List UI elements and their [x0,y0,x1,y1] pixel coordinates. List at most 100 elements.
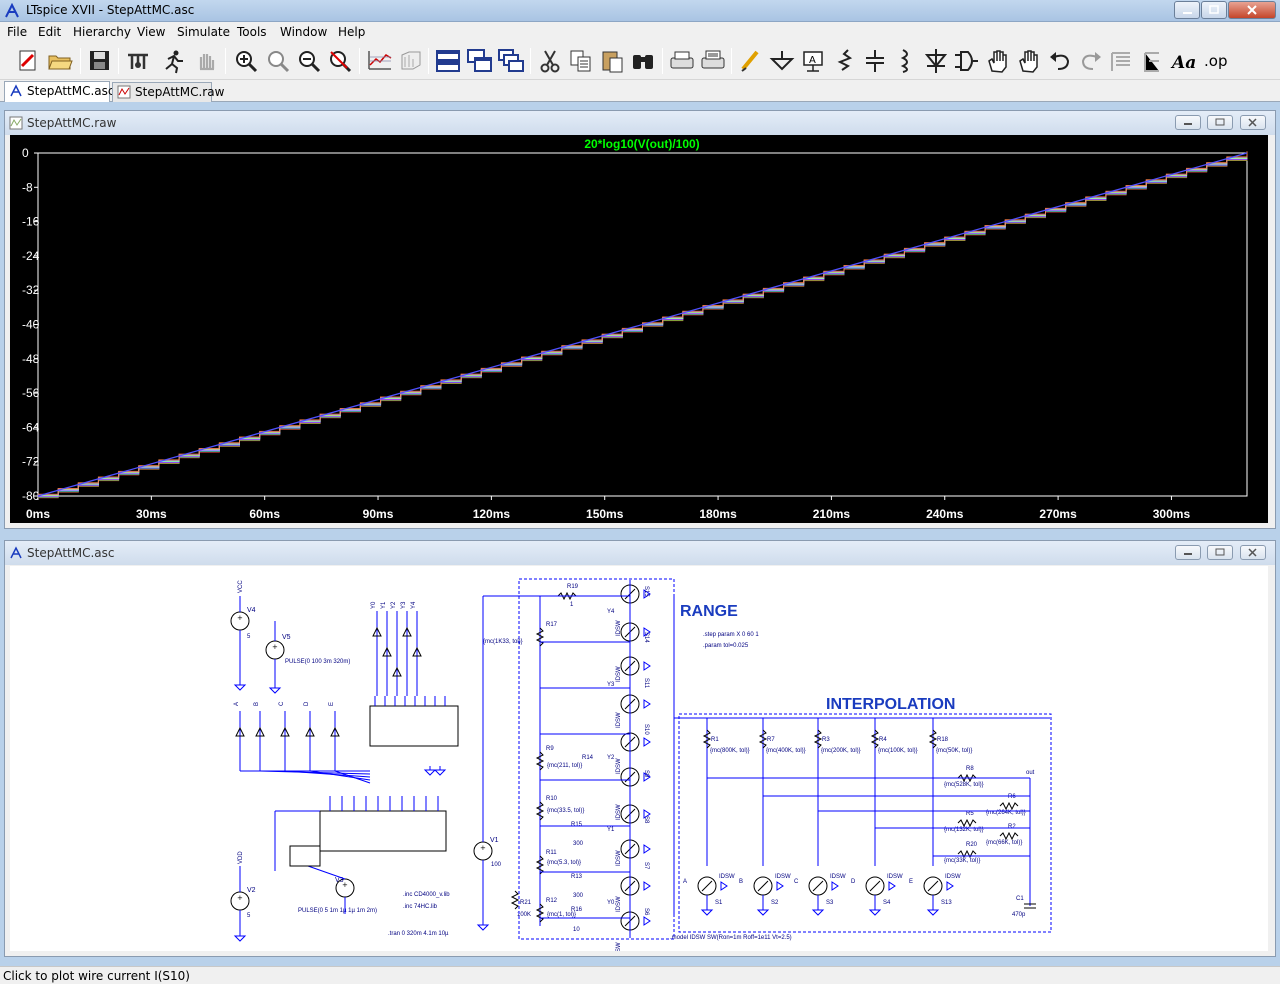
waveform-minimize-button[interactable] [1175,115,1201,130]
x-tick-label: 90ms [363,507,394,521]
control-panel-button[interactable] [124,47,152,75]
menu-hierarchy[interactable]: Hierarchy [73,25,131,39]
nand-gate-block [289,845,321,867]
r16-value: 10 [573,927,580,933]
range-switch-model: IDSW [616,804,622,820]
ground-symbol [811,906,825,916]
schematic-minimize-button[interactable] [1175,545,1201,560]
control-arrow [720,881,728,891]
range-switch-model: IDSW [616,896,622,912]
interp-shunt-resistor [999,801,1019,811]
component-button[interactable] [952,47,980,75]
menu-view[interactable]: View [137,25,165,39]
waveform-plot[interactable]: 20*log10(V(out)/100) 0 -8 -16 -24 -32 -40 -48 -5… [10,135,1268,523]
pan-button[interactable] [264,47,292,75]
ground-symbol [433,766,447,776]
label-net-button[interactable]: A [799,47,827,75]
drag-button[interactable] [1015,47,1043,75]
open-button[interactable] [46,47,74,75]
ground-symbol [926,906,940,916]
capacitor-button[interactable] [861,47,889,75]
tile-horizontal-button[interactable] [434,47,462,75]
save-button[interactable] [86,47,114,75]
schematic-restore-button[interactable] [1207,545,1233,560]
autorange-button[interactable] [366,47,394,75]
zoom-fit-button[interactable] [326,47,354,75]
close-button[interactable] [1228,1,1276,19]
cascade-button[interactable] [497,47,525,75]
label-net-icon: A [803,51,823,72]
vdd-net-label: VDD [238,851,244,864]
resistor-button[interactable] [830,47,858,75]
menu-edit[interactable]: Edit [38,25,61,39]
autorange-icon [368,51,392,70]
zoom-out-button[interactable] [295,47,323,75]
rotate-button[interactable] [1108,47,1136,75]
interp-switch-model: IDSW [830,874,846,880]
tab-waveform[interactable]: StepAttMC.raw [112,82,224,102]
restore-button[interactable] [1201,1,1227,19]
plus-sign: + [272,643,278,651]
menu-simulate[interactable]: Simulate [177,25,230,39]
interp-switch-model: IDSW [887,874,903,880]
interp-switch-model: IDSW [719,874,735,880]
find-button[interactable] [629,47,657,75]
diode-button[interactable] [922,47,950,75]
v5-value: PULSE(0 100 3m 320m) [285,659,350,665]
x-tick-label: 240ms [926,507,964,521]
tab-schematic[interactable]: StepAttMC.asc [4,81,114,102]
control-arrow [946,881,954,891]
tile-vertical-button[interactable] [466,47,494,75]
copy-button[interactable] [567,47,595,75]
inductor-button[interactable] [891,47,919,75]
undo-button[interactable] [1046,47,1074,75]
x-tick-label: 30ms [136,507,167,521]
schematic-svg[interactable]: + V4 5 VCC + V5 PULSE(0 100 3m 320m) Y0 Y1 Y2 Y3 Y4… [10,566,1268,958]
switch-blade [757,880,769,892]
redo-button[interactable] [1077,47,1105,75]
waveform-plot-svg[interactable]: 20*log10(V(out)/100) 0 -8 -16 -24 -32 -40 -48 -5… [10,135,1268,523]
schematic-close-button[interactable] [1240,545,1266,560]
range-switch-name: S6 [643,908,649,916]
text-button[interactable]: Aa [1170,47,1198,75]
zoom-in-button[interactable] [232,47,260,75]
ground-symbol [700,906,714,916]
interp-resistor-value: {mc(400K, tol)} [766,748,806,754]
spice-directive-button[interactable]: .op [1201,47,1229,75]
r13-name: R13 [571,874,583,880]
menu-file[interactable]: File [7,25,27,39]
print-button[interactable] [668,47,696,75]
paste-button[interactable] [598,47,626,75]
draw-wire-button[interactable] [737,47,765,75]
interpolation-box [678,713,1052,933]
menu-window[interactable]: Window [280,25,327,39]
interp-shunt-value: {mc(66K, tol)} [986,840,1022,846]
halt-button[interactable] [192,47,220,75]
vcc-net-label: VCC [238,580,244,593]
print-preview-button[interactable] [699,47,727,75]
plus-sign: + [237,894,243,902]
move-button[interactable] [984,47,1012,75]
new-schematic-button[interactable] [14,47,42,75]
waveform-restore-button[interactable] [1207,115,1233,130]
menu-tools[interactable]: Tools [237,25,267,39]
range-box [518,578,675,940]
tile-horizontal-icon [436,50,460,72]
mirror-button[interactable] [1139,47,1167,75]
ground-button[interactable] [768,47,796,75]
inductor-icon [900,49,908,73]
run-button[interactable] [160,47,188,75]
menu-help[interactable]: Help [338,25,365,39]
v4-name: V4 [247,607,256,614]
ltspice-app-icon [5,3,19,18]
view-fft-button[interactable] [397,47,425,75]
minimize-button[interactable] [1174,1,1200,19]
schematic-canvas[interactable]: + V4 5 VCC + V5 PULSE(0 100 3m 320m) Y0 Y1 Y2 Y3 Y4… [10,566,1268,958]
waveform-close-button[interactable] [1240,115,1266,130]
r11-value: {mc(5.3, tol)} [547,860,581,866]
cut-button[interactable] [536,47,564,75]
r17-value: {mc(1K33, tol)} [483,639,523,645]
v4-value: 5 [247,634,251,640]
ground-symbol [868,906,882,916]
text-icon: Aa [1170,53,1196,73]
